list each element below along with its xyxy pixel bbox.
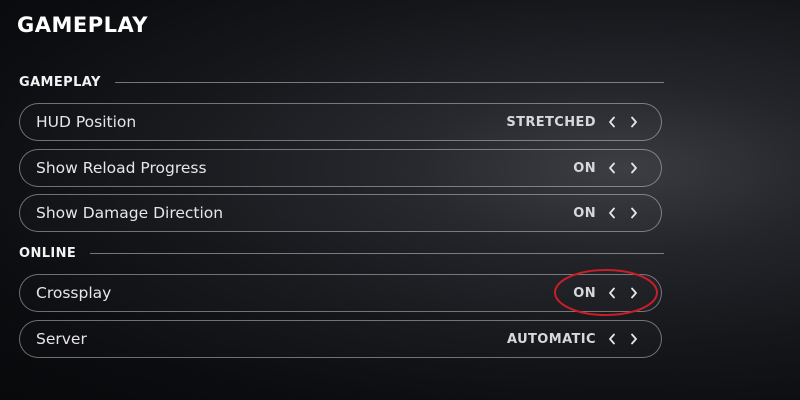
section-divider bbox=[90, 252, 664, 254]
chevron-left-icon[interactable] bbox=[605, 204, 619, 222]
setting-row-server[interactable]: Server AUTOMATIC bbox=[19, 320, 662, 358]
chevron-right-icon[interactable] bbox=[627, 330, 641, 348]
setting-value: ON bbox=[573, 205, 596, 221]
setting-value-selector: AUTOMATIC bbox=[507, 330, 641, 348]
setting-value: AUTOMATIC bbox=[507, 331, 596, 347]
setting-row-show-damage-direction[interactable]: Show Damage Direction ON bbox=[19, 194, 662, 232]
setting-row-hud-position[interactable]: HUD Position STRETCHED bbox=[19, 103, 662, 141]
chevron-left-icon[interactable] bbox=[605, 330, 619, 348]
setting-value: STRETCHED bbox=[506, 114, 596, 130]
setting-row-show-reload-progress[interactable]: Show Reload Progress ON bbox=[19, 149, 662, 187]
chevron-left-icon[interactable] bbox=[605, 159, 619, 177]
section-header-gameplay: GAMEPLAY bbox=[19, 74, 664, 90]
setting-label: Server bbox=[36, 330, 87, 348]
chevron-right-icon[interactable] bbox=[627, 113, 641, 131]
chevron-left-icon[interactable] bbox=[605, 284, 619, 302]
setting-value: ON bbox=[573, 160, 596, 176]
setting-label: HUD Position bbox=[36, 113, 137, 131]
setting-value-selector: ON bbox=[573, 159, 641, 177]
chevron-right-icon[interactable] bbox=[627, 204, 641, 222]
chevron-left-icon[interactable] bbox=[605, 113, 619, 131]
setting-value-selector: ON bbox=[573, 284, 641, 302]
page-title: GAMEPLAY bbox=[17, 13, 148, 37]
setting-label: Crossplay bbox=[36, 284, 112, 302]
setting-value: ON bbox=[573, 285, 596, 301]
section-divider bbox=[114, 81, 664, 83]
chevron-right-icon[interactable] bbox=[627, 159, 641, 177]
section-header-label: GAMEPLAY bbox=[19, 74, 101, 90]
setting-value-selector: STRETCHED bbox=[506, 113, 641, 131]
setting-value-selector: ON bbox=[573, 204, 641, 222]
setting-label: Show Reload Progress bbox=[36, 159, 207, 177]
setting-label: Show Damage Direction bbox=[36, 204, 224, 222]
chevron-right-icon[interactable] bbox=[627, 284, 641, 302]
setting-row-crossplay[interactable]: Crossplay ON bbox=[19, 274, 662, 312]
section-header-label: ONLINE bbox=[19, 245, 77, 261]
section-header-online: ONLINE bbox=[19, 245, 664, 261]
